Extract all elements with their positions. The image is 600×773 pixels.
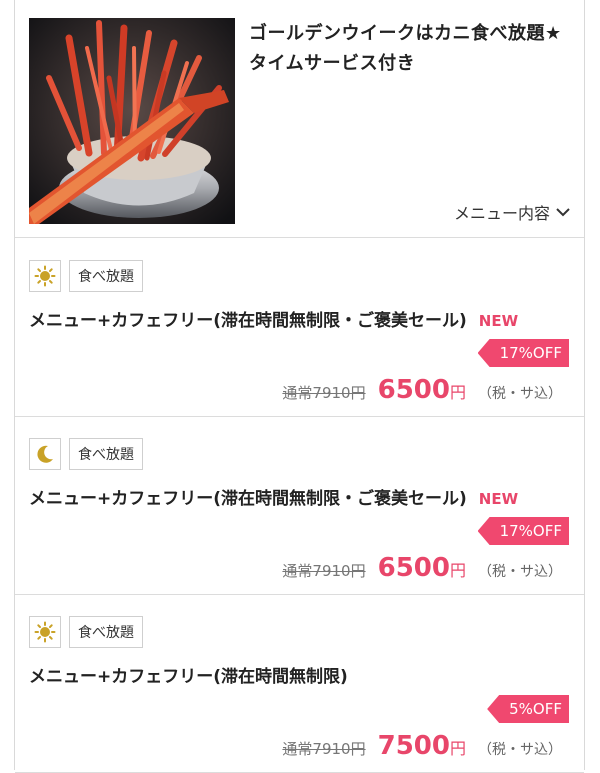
menu-contents-label: メニュー内容: [453, 204, 550, 223]
sale-price: 6500: [377, 553, 450, 583]
plan-name-text: メニュー+カフェフリー(滞在時間無制限): [29, 667, 348, 687]
discount-badge: 5%OFF: [487, 695, 569, 723]
course-title: ゴールデンウイークはカニ食べ放題★タイムサービス付き: [249, 23, 562, 74]
lunch-tag: [29, 260, 61, 292]
plan-list-panel: ゴールデンウイークはカニ食べ放題★タイムサービス付き メニュー内容 食べ放題 メ…: [14, 0, 585, 773]
discount-badge: 17%OFF: [477, 339, 569, 367]
plan-name: メニュー+カフェフリー(滞在時間無制限): [29, 662, 348, 687]
course-image[interactable]: [29, 18, 235, 224]
plan-name: メニュー+カフェフリー(滞在時間無制限・ご褒美セール) NEW: [29, 484, 518, 509]
plan-tags: 食べ放題: [29, 616, 143, 648]
plan-name-text: メニュー+カフェフリー(滞在時間無制限・ご褒美セール): [29, 489, 467, 509]
moon-icon: [37, 445, 53, 463]
menu-contents-toggle[interactable]: メニュー内容: [454, 200, 570, 224]
tax-note: （税・サ込）: [478, 742, 562, 758]
tax-note: （税・サ込）: [478, 386, 562, 402]
lunch-tag: [29, 616, 61, 648]
course-header: ゴールデンウイークはカニ食べ放題★タイムサービス付き メニュー内容: [15, 0, 584, 238]
sun-icon: [34, 265, 56, 287]
dinner-tag: [29, 438, 61, 470]
new-badge: NEW: [478, 312, 519, 330]
crab-legs-image: [29, 18, 235, 224]
sale-price: 6500: [377, 375, 450, 405]
yen-unit: 円: [449, 383, 466, 402]
plan-card[interactable]: 食べ放題 メニュー+カフェフリー(滞在時間無制限) 5%OFF 通常7910円 …: [15, 595, 584, 773]
tax-note: （税・サ込）: [478, 564, 562, 580]
category-tag: 食べ放題: [69, 438, 143, 470]
regular-price: 通常7910円: [282, 384, 366, 402]
plan-card[interactable]: 食べ放題 メニュー+カフェフリー(滞在時間無制限・ご褒美セール) NEW 17%O…: [15, 239, 584, 417]
yen-unit: 円: [449, 739, 466, 758]
yen-unit: 円: [449, 561, 466, 580]
chevron-down-icon: [556, 208, 570, 217]
plan-tags: 食べ放題: [29, 260, 143, 292]
category-tag: 食べ放題: [69, 260, 143, 292]
regular-price: 通常7910円: [282, 740, 366, 758]
plan-card[interactable]: 食べ放題 メニュー+カフェフリー(滞在時間無制限・ご褒美セール) NEW 17%O…: [15, 417, 584, 595]
price-row: 通常7910円 6500 円 （税・サ込）: [282, 553, 562, 583]
plan-tags: 食べ放題: [29, 438, 143, 470]
price-row: 通常7910円 6500 円 （税・サ込）: [282, 375, 562, 405]
category-tag: 食べ放題: [69, 616, 143, 648]
plan-name: メニュー+カフェフリー(滞在時間無制限・ご褒美セール) NEW: [29, 306, 518, 331]
regular-price: 通常7910円: [282, 562, 366, 580]
plan-name-text: メニュー+カフェフリー(滞在時間無制限・ご褒美セール): [29, 311, 467, 331]
new-badge: NEW: [478, 490, 519, 508]
sale-price: 7500: [377, 731, 450, 761]
discount-badge: 17%OFF: [477, 517, 569, 545]
price-row: 通常7910円 7500 円 （税・サ込）: [282, 731, 562, 761]
sun-icon: [34, 621, 56, 643]
